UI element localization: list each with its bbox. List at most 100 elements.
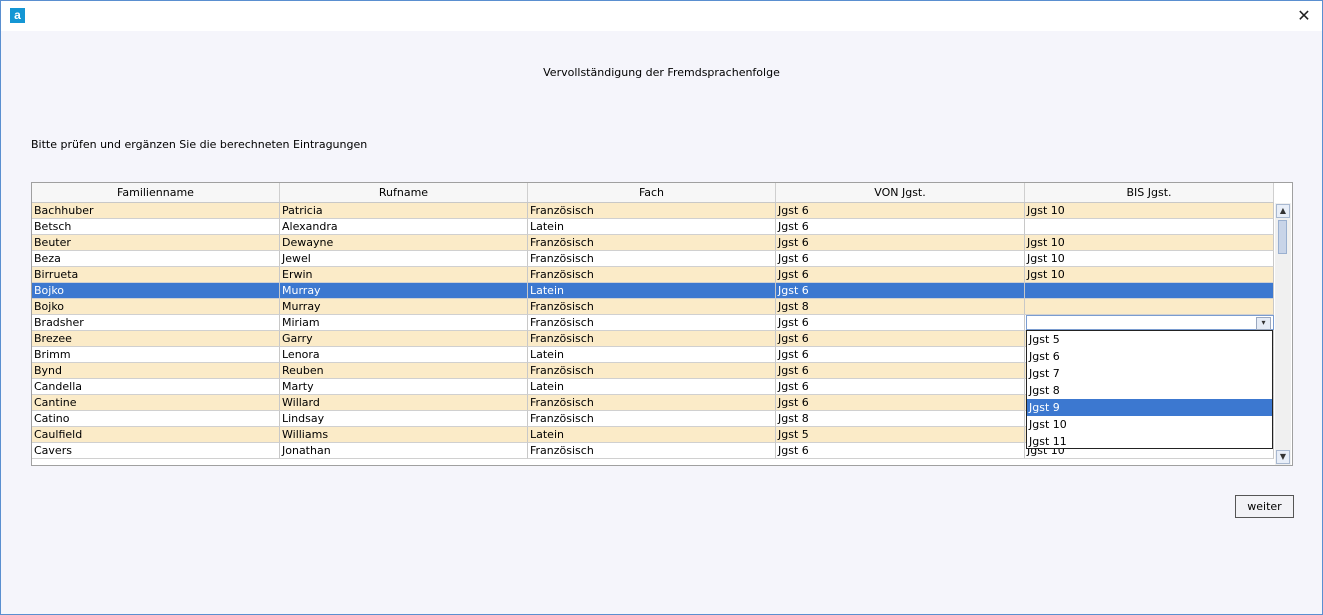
- column-header-rufname[interactable]: Rufname: [280, 183, 528, 202]
- table-row[interactable]: Beza Jewel Französisch Jgst 6 Jgst 10: [32, 251, 1274, 267]
- table-cell[interactable]: Französisch: [528, 363, 776, 379]
- table-cell[interactable]: Französisch: [528, 235, 776, 251]
- table-cell[interactable]: Lenora: [280, 347, 528, 363]
- table-cell[interactable]: Jewel: [280, 251, 528, 267]
- dropdown-option[interactable]: Jgst 8: [1027, 382, 1272, 399]
- table-cell[interactable]: Reuben: [280, 363, 528, 379]
- table-cell[interactable]: Jgst 6: [776, 219, 1025, 235]
- table-cell[interactable]: Miriam: [280, 315, 528, 331]
- column-header-familienname[interactable]: Familienname: [32, 183, 280, 202]
- table-cell[interactable]: Jgst 6: [776, 315, 1025, 331]
- table-cell[interactable]: Französisch: [528, 299, 776, 315]
- table-row[interactable]: Bojko Murray Latein Jgst 6: [32, 283, 1274, 299]
- column-header-fach[interactable]: Fach: [528, 183, 776, 202]
- table-cell[interactable]: Jgst 10: [1025, 267, 1274, 283]
- table-cell[interactable]: Jgst 6: [776, 283, 1025, 299]
- table-cell[interactable]: Jgst 6: [776, 395, 1025, 411]
- table-cell[interactable]: Latein: [528, 379, 776, 395]
- table-cell[interactable]: Jgst 6: [776, 235, 1025, 251]
- table-cell[interactable]: Cantine: [32, 395, 280, 411]
- table-cell[interactable]: Brezee: [32, 331, 280, 347]
- table-cell[interactable]: Jgst 6: [776, 331, 1025, 347]
- table-cell[interactable]: Murray: [280, 283, 528, 299]
- table-cell[interactable]: Französisch: [528, 395, 776, 411]
- dropdown-option[interactable]: Jgst 5: [1027, 331, 1272, 348]
- scroll-thumb[interactable]: [1278, 220, 1287, 254]
- table-cell[interactable]: Catino: [32, 411, 280, 427]
- table-cell[interactable]: Latein: [528, 219, 776, 235]
- dropdown-option[interactable]: Jgst 7: [1027, 365, 1272, 382]
- table-row[interactable]: Birrueta Erwin Französisch Jgst 6 Jgst 10: [32, 267, 1274, 283]
- dropdown-option[interactable]: Jgst 11: [1027, 433, 1272, 450]
- dialog-content: Vervollständigung der Fremdsprachenfolge…: [1, 31, 1322, 614]
- instruction-text: Bitte prüfen und ergänzen Sie die berech…: [31, 138, 368, 151]
- table-cell[interactable]: Williams: [280, 427, 528, 443]
- table-cell[interactable]: [1025, 283, 1274, 299]
- table-row[interactable]: Bachhuber Patricia Französisch Jgst 6 Jgst 1…: [32, 203, 1274, 219]
- table-cell[interactable]: Alexandra: [280, 219, 528, 235]
- table-cell[interactable]: Jgst 6: [776, 267, 1025, 283]
- table-cell[interactable]: Latein: [528, 347, 776, 363]
- table-cell[interactable]: Betsch: [32, 219, 280, 235]
- table-cell[interactable]: Jgst 10: [1025, 251, 1274, 267]
- table-cell[interactable]: Bynd: [32, 363, 280, 379]
- table-cell[interactable]: Jgst 6: [776, 203, 1025, 219]
- bis-jgst-combobox[interactable]: ▾: [1026, 315, 1274, 330]
- table-cell[interactable]: Marty: [280, 379, 528, 395]
- table-cell[interactable]: Willard: [280, 395, 528, 411]
- table-cell[interactable]: Murray: [280, 299, 528, 315]
- table-cell[interactable]: Bojko: [32, 299, 280, 315]
- table-cell[interactable]: Jgst 8: [776, 299, 1025, 315]
- table-cell[interactable]: Jgst 6: [776, 347, 1025, 363]
- table-cell[interactable]: Jgst 6: [776, 251, 1025, 267]
- table-cell[interactable]: Bradsher: [32, 315, 280, 331]
- scroll-down-icon[interactable]: ▼: [1276, 450, 1290, 464]
- table-cell[interactable]: Französisch: [528, 267, 776, 283]
- table-cell[interactable]: Französisch: [528, 315, 776, 331]
- table-row[interactable]: Bojko Murray Französisch Jgst 8: [32, 299, 1274, 315]
- table-cell[interactable]: Französisch: [528, 203, 776, 219]
- table-row[interactable]: Beuter Dewayne Französisch Jgst 6 Jgst 10: [32, 235, 1274, 251]
- chevron-down-icon[interactable]: ▾: [1256, 317, 1271, 330]
- dropdown-option[interactable]: Jgst 6: [1027, 348, 1272, 365]
- table-cell[interactable]: Französisch: [528, 443, 776, 459]
- table-cell[interactable]: [1025, 299, 1274, 315]
- table-cell[interactable]: Jonathan: [280, 443, 528, 459]
- table-cell[interactable]: Garry: [280, 331, 528, 347]
- table-cell[interactable]: Französisch: [528, 331, 776, 347]
- table-cell[interactable]: Jgst 8: [776, 411, 1025, 427]
- dropdown-option[interactable]: Jgst 9: [1027, 399, 1272, 416]
- scroll-up-icon[interactable]: ▲: [1276, 204, 1290, 218]
- table-cell[interactable]: Beza: [32, 251, 280, 267]
- table-cell[interactable]: [1025, 219, 1274, 235]
- table-cell[interactable]: Lindsay: [280, 411, 528, 427]
- table-row[interactable]: Betsch Alexandra Latein Jgst 6: [32, 219, 1274, 235]
- table-cell[interactable]: Jgst 10: [1025, 235, 1274, 251]
- table-cell[interactable]: Dewayne: [280, 235, 528, 251]
- table-cell[interactable]: Beuter: [32, 235, 280, 251]
- table-cell[interactable]: Jgst 6: [776, 379, 1025, 395]
- dropdown-option[interactable]: Jgst 10: [1027, 416, 1272, 433]
- table-cell[interactable]: Jgst 6: [776, 363, 1025, 379]
- table-cell[interactable]: Erwin: [280, 267, 528, 283]
- table-cell[interactable]: Caulfield: [32, 427, 280, 443]
- table-cell[interactable]: Brimm: [32, 347, 280, 363]
- column-header-bis-jgst[interactable]: BIS Jgst.: [1025, 183, 1274, 202]
- table-cell[interactable]: Cavers: [32, 443, 280, 459]
- close-button[interactable]: ✕: [1294, 6, 1314, 26]
- weiter-button[interactable]: weiter: [1235, 495, 1294, 518]
- column-header-von-jgst[interactable]: VON Jgst.: [776, 183, 1025, 202]
- table-cell[interactable]: Birrueta: [32, 267, 280, 283]
- table-cell[interactable]: Jgst 6: [776, 443, 1025, 459]
- table-cell[interactable]: Jgst 5: [776, 427, 1025, 443]
- table-cell[interactable]: Jgst 10: [1025, 203, 1274, 219]
- table-cell[interactable]: Bachhuber: [32, 203, 280, 219]
- table-cell[interactable]: Latein: [528, 427, 776, 443]
- table-scrollbar[interactable]: ▲ ▼: [1275, 203, 1291, 465]
- table-cell[interactable]: Französisch: [528, 411, 776, 427]
- table-cell[interactable]: Candella: [32, 379, 280, 395]
- table-cell[interactable]: Patricia: [280, 203, 528, 219]
- table-cell[interactable]: Französisch: [528, 251, 776, 267]
- table-cell[interactable]: Bojko: [32, 283, 280, 299]
- table-cell[interactable]: Latein: [528, 283, 776, 299]
